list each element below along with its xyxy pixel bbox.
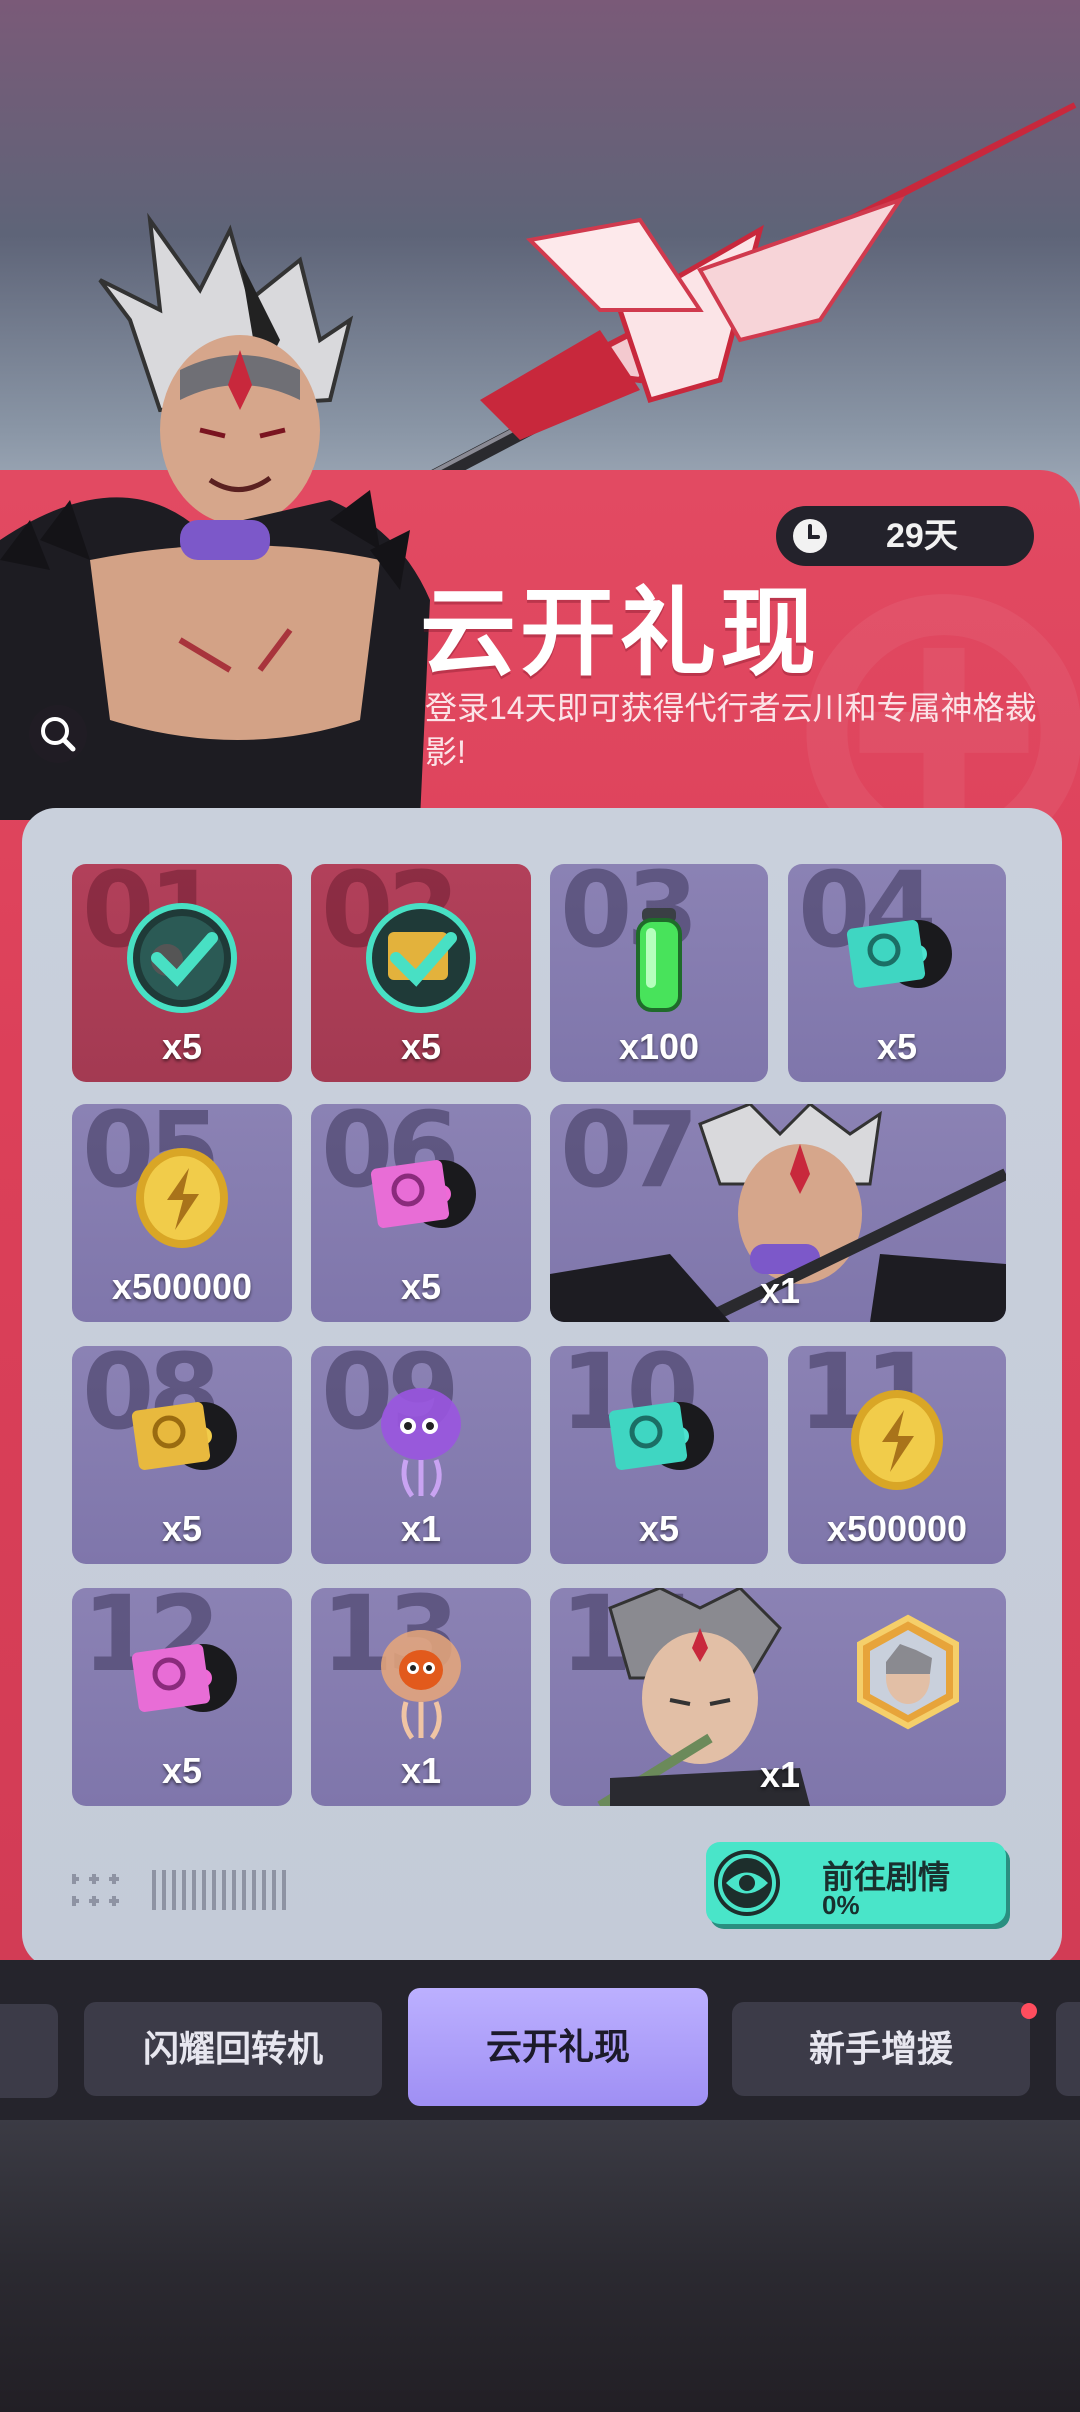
green-potion-icon (636, 908, 682, 1012)
reward-card-day-02[interactable]: 02 x5 (311, 864, 531, 1082)
reward-card-day-03[interactable]: 03 x100 (550, 864, 768, 1082)
eye-icon (714, 1850, 780, 1916)
purple-jellyfish-icon (381, 1388, 461, 1498)
reward-card-day-14[interactable]: 14 x1 (550, 1588, 1006, 1806)
gear-disc-icon (127, 903, 237, 1013)
story-progress: 0% (822, 1890, 860, 1920)
reward-card-day-04[interactable]: 04 x5 (788, 864, 1006, 1082)
reward-quantity: x500000 (826, 1508, 968, 1549)
teal-vinyl-record-icon (846, 920, 952, 988)
reward-quantity: x1 (400, 1750, 442, 1791)
reward-quantity: x500000 (111, 1266, 253, 1307)
reward-card-day-01[interactable]: 01 x5 (72, 864, 292, 1082)
reward-quantity: x1 (759, 1270, 801, 1311)
tab-partial-right[interactable] (1056, 2002, 1080, 2096)
reward-quantity: x1 (400, 1508, 442, 1549)
reward-quantity: x5 (638, 1508, 680, 1549)
reward-card-day-07[interactable]: 07 x1 (550, 1104, 1006, 1322)
gold-vinyl-record-icon (131, 1402, 237, 1470)
reward-quantity: x5 (161, 1508, 203, 1549)
event-subtitle: 登录14天即可获得代行者云川和专属神格裁影! (425, 690, 1037, 770)
decorative-barcode (72, 1870, 286, 1910)
clock-icon (793, 519, 827, 553)
reward-quantity: x5 (161, 1026, 203, 1067)
tab-newbie-support[interactable]: 新手增援 (732, 2002, 1030, 2096)
go-to-story-button[interactable]: 前往剧情 0% (706, 1842, 1006, 1924)
reward-quantity: x5 (400, 1026, 442, 1067)
reward-card-day-13[interactable]: 13 x1 (311, 1588, 531, 1806)
search-icon[interactable] (28, 704, 88, 764)
reward-card-day-10[interactable]: 10 x5 (550, 1346, 768, 1564)
event-timer: 29天 (776, 506, 1034, 566)
reward-quantity: x100 (618, 1026, 700, 1067)
reward-card-day-11[interactable]: 11 x500000 (788, 1346, 1006, 1564)
pink-vinyl-record-icon (131, 1644, 237, 1712)
reward-card-day-06[interactable]: 06 x5 (311, 1104, 531, 1322)
reward-quantity: x1 (759, 1754, 801, 1795)
event-title: 云开礼现 (420, 580, 820, 687)
reward-quantity: x5 (161, 1750, 203, 1791)
tab-cloud-gift[interactable]: 云开礼现 (408, 1988, 708, 2106)
background-bottom (0, 2120, 1080, 2412)
reward-quantity: x5 (876, 1026, 918, 1067)
gold-coin-icon (851, 1390, 943, 1490)
orange-jellyfish-icon (381, 1630, 461, 1740)
teal-vinyl-record-icon (608, 1402, 714, 1470)
days-remaining: 29天 (886, 517, 958, 555)
reward-card-day-12[interactable]: 12 x5 (72, 1588, 292, 1806)
gold-vinyl-record-icon (366, 903, 476, 1013)
reward-card-day-08[interactable]: 08 x5 (72, 1346, 292, 1564)
reward-card-day-09[interactable]: 09 x1 (311, 1346, 531, 1564)
notification-badge (1021, 2003, 1037, 2019)
reward-quantity: x5 (400, 1266, 442, 1307)
pink-vinyl-record-icon (370, 1160, 476, 1228)
tab-partial-left[interactable] (0, 2004, 58, 2098)
gold-coin-icon (136, 1148, 228, 1248)
reward-card-day-05[interactable]: 05 x500000 (72, 1104, 292, 1322)
bottom-tab-bar: 闪耀回转机 云开礼现 新手增援 (0, 1960, 1080, 2120)
tab-shining-spinner[interactable]: 闪耀回转机 (84, 2002, 382, 2096)
